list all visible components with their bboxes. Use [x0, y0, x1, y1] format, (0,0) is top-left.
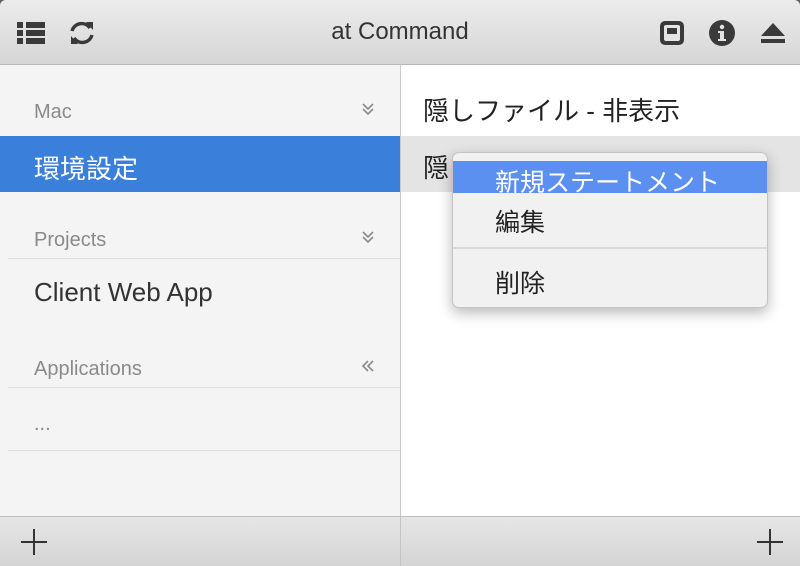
sidebar-item-placeholder[interactable]: ...: [34, 413, 51, 436]
menu-item-label: 削除: [495, 270, 546, 298]
section-header-mac[interactable]: Mac: [0, 91, 400, 131]
menu-item-label: 新規ステートメント: [495, 169, 721, 197]
double-chevron-down-icon[interactable]: [356, 97, 380, 121]
menu-item-delete[interactable]: 削除: [453, 262, 767, 298]
add-sidebar-item-button[interactable]: [18, 526, 50, 558]
section-header-applications[interactable]: Applications: [0, 348, 400, 388]
statement-label: 隠しファイル - 非表示: [423, 96, 681, 126]
context-menu: 新規ステートメント 編集 削除: [452, 152, 768, 308]
statement-label: 隠: [423, 153, 450, 183]
sidebar-item-label: 環境設定: [34, 154, 139, 184]
divider: [400, 517, 401, 566]
section-header-projects[interactable]: Projects: [0, 219, 400, 259]
sidebar-item-client-web-app[interactable]: Client Web App: [0, 264, 400, 320]
plus-icon: [21, 529, 47, 555]
menu-item-edit[interactable]: 編集: [453, 201, 767, 237]
sidebar-item-label: Client Web App: [34, 277, 213, 307]
eject-icon[interactable]: [757, 17, 789, 49]
plus-icon: [757, 529, 783, 555]
divider: [8, 258, 400, 259]
app-window: at Command Mac 環境設定 Projects Client Web …: [0, 0, 800, 566]
divider: [8, 450, 400, 451]
sidebar: Mac 環境設定 Projects Client Web App Applica…: [0, 65, 401, 516]
add-statement-button[interactable]: [754, 526, 786, 558]
section-label: Applications: [34, 358, 142, 380]
menu-item-label: 編集: [495, 209, 546, 237]
title-bar: at Command: [0, 0, 800, 65]
menu-separator: [453, 247, 767, 249]
statement-row[interactable]: 隠しファイル - 非表示: [401, 79, 800, 135]
divider: [8, 387, 400, 388]
bottom-bar: [0, 516, 800, 566]
window-icon[interactable]: [656, 17, 688, 49]
menu-item-new-statement[interactable]: 新規ステートメント: [453, 161, 767, 197]
section-label: Mac: [34, 101, 72, 123]
section-label: Projects: [34, 229, 107, 251]
sidebar-item-preferences[interactable]: 環境設定: [0, 136, 400, 192]
double-chevron-down-icon[interactable]: [356, 225, 380, 249]
double-chevron-left-icon[interactable]: [356, 354, 380, 378]
info-icon[interactable]: [706, 17, 738, 49]
